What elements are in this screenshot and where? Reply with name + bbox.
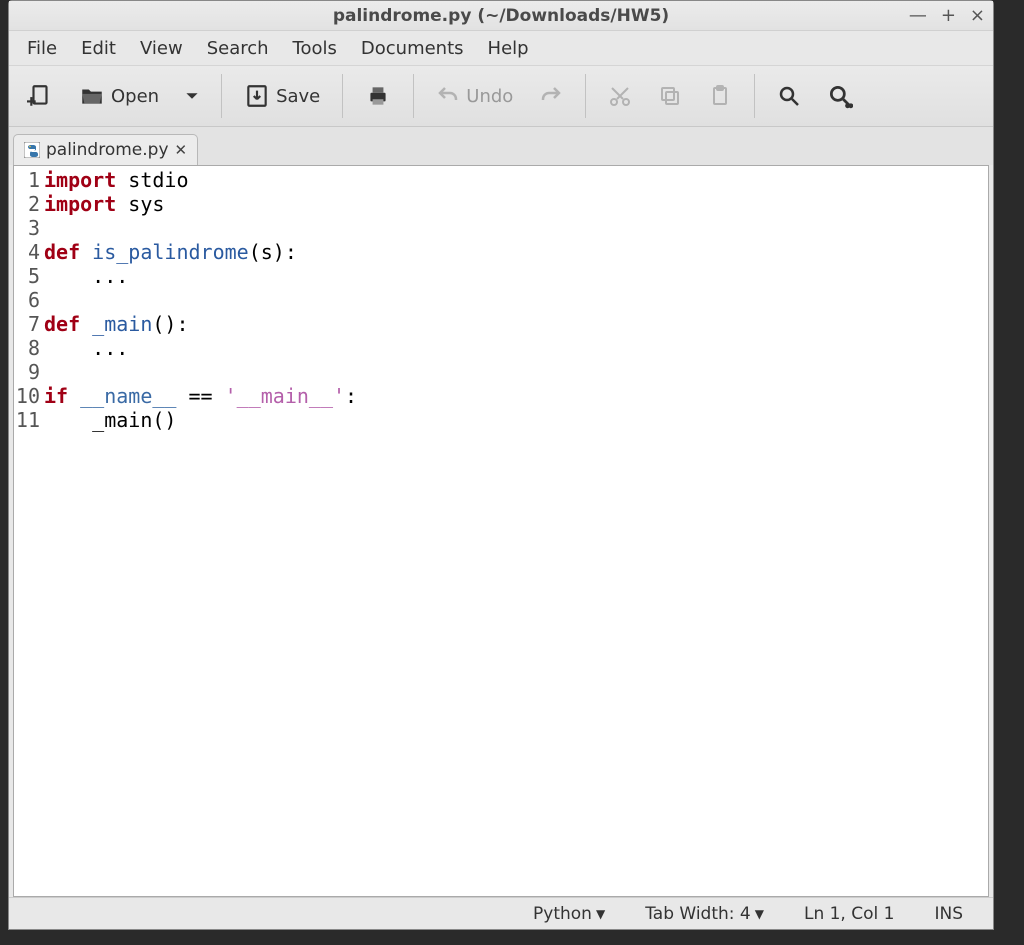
- language-label: Python: [533, 904, 592, 924]
- status-bar: Python ▼ Tab Width: 4 ▼ Ln 1, Col 1 INS: [9, 897, 993, 929]
- new-document-icon: [27, 83, 53, 109]
- cut-button[interactable]: [598, 78, 642, 114]
- line-source[interactable]: ...: [44, 264, 128, 288]
- window-controls: — + ×: [909, 1, 985, 31]
- insert-mode[interactable]: INS: [934, 904, 963, 924]
- document-tab[interactable]: palindrome.py ✕: [13, 134, 198, 165]
- code-line[interactable]: 10if __name__ == '__main__':: [14, 384, 988, 408]
- close-button[interactable]: ×: [970, 7, 985, 25]
- menubar: File Edit View Search Tools Documents He…: [9, 31, 993, 65]
- line-source[interactable]: _main(): [44, 408, 176, 432]
- menu-search[interactable]: Search: [195, 34, 281, 63]
- language-selector[interactable]: Python ▼: [533, 904, 605, 924]
- line-number: 2: [14, 192, 44, 216]
- undo-button[interactable]: Undo: [426, 78, 523, 114]
- code-line[interactable]: 7def _main():: [14, 312, 988, 336]
- line-number: 6: [14, 288, 44, 312]
- menu-help[interactable]: Help: [476, 34, 541, 63]
- undo-icon: [436, 84, 460, 108]
- line-source[interactable]: def is_palindrome(s):: [44, 240, 297, 264]
- separator: [754, 74, 755, 118]
- find-replace-icon: [827, 83, 853, 109]
- save-icon: [244, 83, 270, 109]
- find-button[interactable]: [767, 78, 811, 114]
- line-number: 4: [14, 240, 44, 264]
- code-line[interactable]: 6: [14, 288, 988, 312]
- code-line[interactable]: 4def is_palindrome(s):: [14, 240, 988, 264]
- tab-bar: palindrome.py ✕: [9, 127, 993, 165]
- line-number: 3: [14, 216, 44, 240]
- line-number: 7: [14, 312, 44, 336]
- menu-edit[interactable]: Edit: [69, 34, 128, 63]
- save-button[interactable]: Save: [234, 77, 330, 115]
- tab-close-button[interactable]: ✕: [175, 141, 188, 159]
- line-number: 1: [14, 168, 44, 192]
- tab-width-selector[interactable]: Tab Width: 4 ▼: [645, 904, 764, 924]
- tab-width-label: Tab Width: 4: [645, 904, 751, 924]
- print-icon: [365, 83, 391, 109]
- line-source[interactable]: if __name__ == '__main__':: [44, 384, 357, 408]
- menu-file[interactable]: File: [15, 34, 69, 63]
- line-number: 11: [14, 408, 44, 432]
- open-label: Open: [111, 86, 159, 107]
- save-label: Save: [276, 86, 320, 107]
- separator: [413, 74, 414, 118]
- titlebar: palindrome.py (~/Downloads/HW5) — + ×: [9, 1, 993, 31]
- paste-button[interactable]: [698, 78, 742, 114]
- find-replace-button[interactable]: [817, 77, 863, 115]
- line-number: 10: [14, 384, 44, 408]
- chevron-down-icon: ▼: [596, 907, 605, 921]
- code-line[interactable]: 11 _main(): [14, 408, 988, 432]
- copy-button[interactable]: [648, 78, 692, 114]
- line-number: 5: [14, 264, 44, 288]
- line-source[interactable]: import stdio: [44, 168, 189, 192]
- toolbar: Open Save Undo: [9, 65, 993, 127]
- line-source[interactable]: ...: [44, 336, 128, 360]
- open-button[interactable]: Open: [69, 77, 169, 115]
- separator: [221, 74, 222, 118]
- line-number: 9: [14, 360, 44, 384]
- code-line[interactable]: 1import stdio: [14, 168, 988, 192]
- minimize-button[interactable]: —: [909, 7, 927, 25]
- menu-tools[interactable]: Tools: [281, 34, 349, 63]
- open-folder-icon: [79, 83, 105, 109]
- line-source[interactable]: def _main():: [44, 312, 189, 336]
- chevron-down-icon: ▼: [755, 907, 764, 921]
- code-editor[interactable]: 1import stdio2import sys34def is_palindr…: [13, 165, 989, 897]
- window-title: palindrome.py (~/Downloads/HW5): [333, 6, 669, 26]
- menu-view[interactable]: View: [128, 34, 195, 63]
- menu-documents[interactable]: Documents: [349, 34, 476, 63]
- new-document-button[interactable]: [17, 77, 63, 115]
- separator: [585, 74, 586, 118]
- maximize-button[interactable]: +: [941, 7, 956, 25]
- editor-window: palindrome.py (~/Downloads/HW5) — + × Fi…: [8, 0, 994, 930]
- python-file-icon: [24, 142, 40, 158]
- line-source[interactable]: import sys: [44, 192, 164, 216]
- redo-icon: [539, 84, 563, 108]
- tab-label: palindrome.py: [46, 140, 169, 160]
- separator: [342, 74, 343, 118]
- search-icon: [777, 84, 801, 108]
- line-number: 8: [14, 336, 44, 360]
- code-line[interactable]: 9: [14, 360, 988, 384]
- code-line[interactable]: 2import sys: [14, 192, 988, 216]
- print-button[interactable]: [355, 77, 401, 115]
- paste-icon: [708, 84, 732, 108]
- code-line[interactable]: 8 ...: [14, 336, 988, 360]
- copy-icon: [658, 84, 682, 108]
- cut-icon: [608, 84, 632, 108]
- code-line[interactable]: 3: [14, 216, 988, 240]
- cursor-position: Ln 1, Col 1: [804, 904, 895, 924]
- code-line[interactable]: 5 ...: [14, 264, 988, 288]
- undo-label: Undo: [466, 86, 513, 107]
- chevron-down-icon: [185, 89, 199, 103]
- redo-button[interactable]: [529, 78, 573, 114]
- open-dropdown-button[interactable]: [175, 83, 209, 109]
